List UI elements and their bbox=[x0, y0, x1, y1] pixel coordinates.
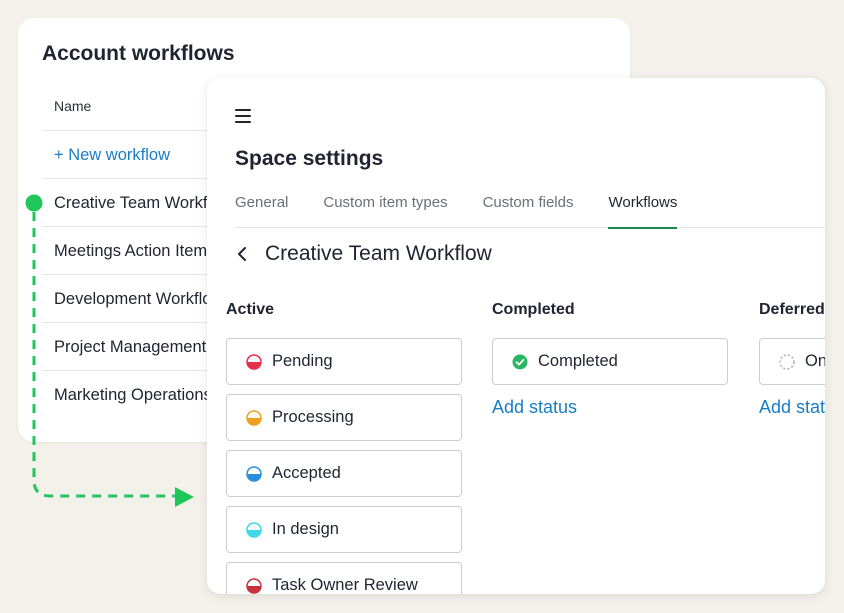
status-label: Accepted bbox=[272, 464, 341, 482]
space-settings-panel: Space settings General Custom item types… bbox=[207, 78, 825, 594]
space-settings-title: Space settings bbox=[235, 147, 384, 170]
status-label: Processing bbox=[272, 408, 354, 426]
status-label: Completed bbox=[538, 352, 618, 370]
status-item-task-owner-review[interactable]: Task Owner Review bbox=[226, 562, 462, 594]
completed-status-column: Completed Completed Add status bbox=[492, 301, 728, 418]
active-status-column: Active Pending Processing Accepted In de… bbox=[226, 301, 462, 594]
status-item-on-hold[interactable]: On hold bbox=[759, 338, 825, 385]
chevron-left-icon[interactable] bbox=[235, 245, 249, 263]
hamburger-menu-icon[interactable] bbox=[235, 109, 251, 123]
add-status-link[interactable]: Add status bbox=[492, 397, 728, 418]
connector-start-dot bbox=[25, 194, 43, 212]
add-status-link[interactable]: Add status bbox=[759, 397, 825, 418]
connector-line bbox=[32, 212, 178, 498]
status-label: Pending bbox=[272, 352, 333, 370]
completed-column-title: Completed bbox=[492, 301, 575, 318]
status-label: In design bbox=[272, 520, 339, 538]
tab-custom-item-types[interactable]: Custom item types bbox=[323, 186, 447, 228]
half-circle-blue-icon bbox=[246, 465, 262, 482]
dashed-circle-icon bbox=[779, 353, 795, 370]
tab-general[interactable]: General bbox=[235, 186, 288, 228]
half-circle-crimson-icon bbox=[246, 577, 262, 594]
deferred-status-list: On hold bbox=[759, 338, 825, 385]
status-item-in-design[interactable]: In design bbox=[226, 506, 462, 553]
tab-workflows[interactable]: Workflows bbox=[608, 186, 677, 229]
tab-custom-fields[interactable]: Custom fields bbox=[483, 186, 574, 228]
status-item-pending[interactable]: Pending bbox=[226, 338, 462, 385]
status-item-processing[interactable]: Processing bbox=[226, 394, 462, 441]
active-status-list: Pending Processing Accepted In design Ta… bbox=[226, 338, 462, 594]
status-label: Task Owner Review bbox=[272, 576, 418, 594]
half-circle-orange-icon bbox=[246, 409, 262, 426]
status-item-completed[interactable]: Completed bbox=[492, 338, 728, 385]
deferred-column-title: Deferred bbox=[759, 301, 825, 318]
deferred-status-column: Deferred On hold Add status bbox=[759, 301, 825, 418]
active-column-title: Active bbox=[226, 301, 275, 318]
check-circle-icon bbox=[512, 354, 528, 369]
workflow-header: Creative Team Workflow bbox=[235, 238, 492, 270]
workflow-title: Creative Team Workflow bbox=[265, 242, 492, 265]
half-circle-cyan-icon bbox=[246, 521, 262, 538]
settings-tabs: General Custom item types Custom fields … bbox=[235, 186, 825, 229]
connector-arrowhead bbox=[175, 487, 194, 507]
half-circle-red-icon bbox=[246, 353, 262, 370]
status-item-accepted[interactable]: Accepted bbox=[226, 450, 462, 497]
status-label: On hold bbox=[805, 352, 825, 370]
completed-status-list: Completed bbox=[492, 338, 728, 385]
